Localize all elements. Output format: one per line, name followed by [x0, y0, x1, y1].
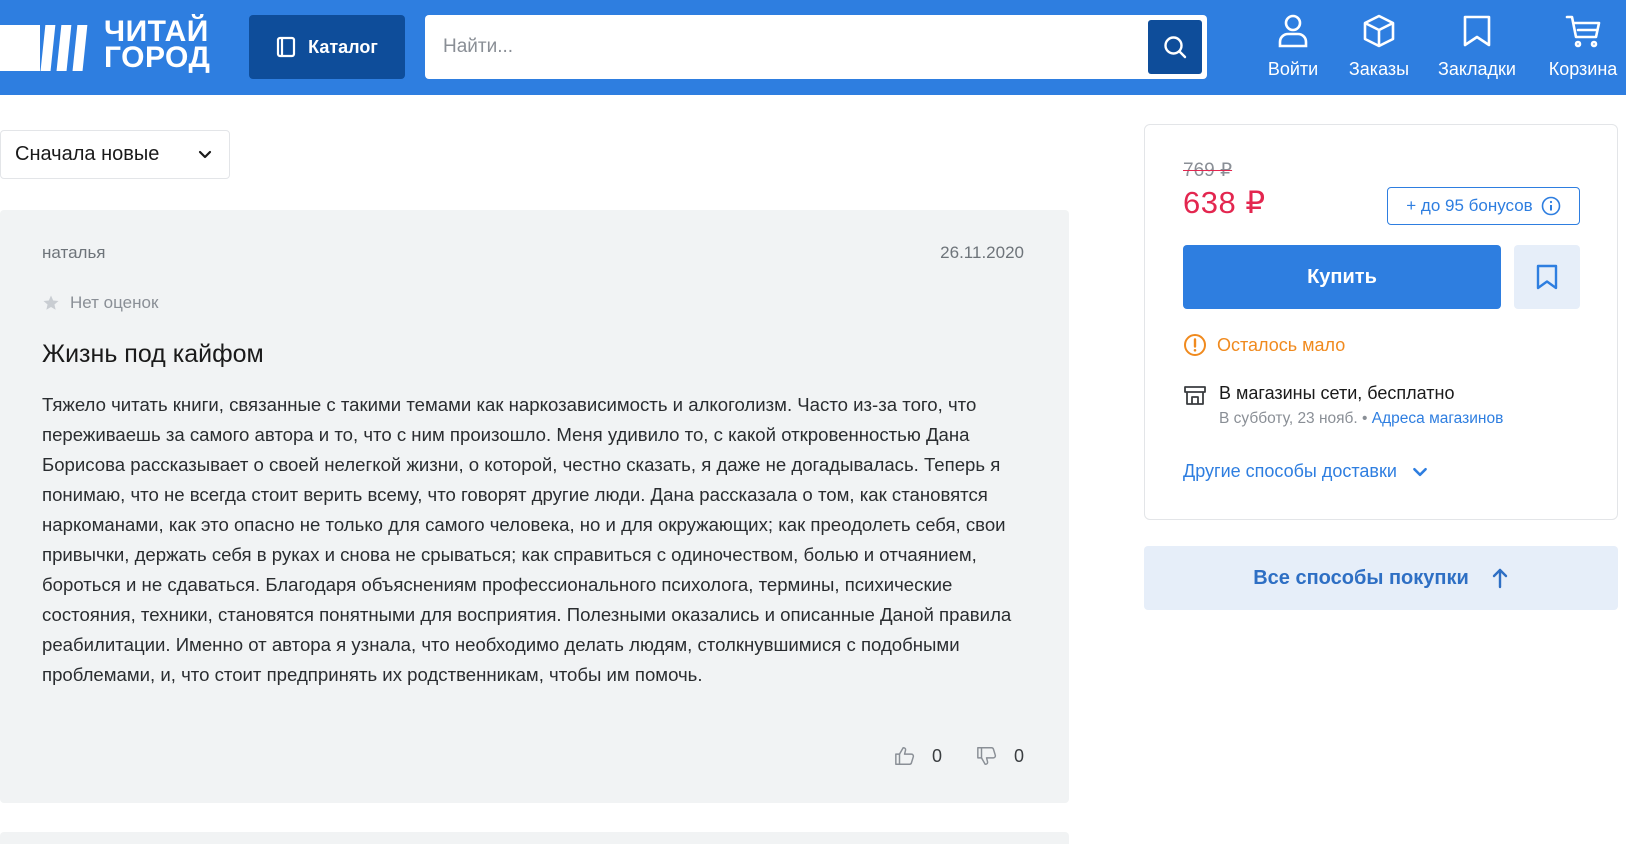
logo-line2: ГОРОД: [104, 41, 211, 74]
search-input[interactable]: [425, 15, 1125, 79]
thumbs-up-icon: [895, 747, 915, 765]
review-author: наталья: [42, 243, 106, 262]
dislike-button[interactable]: 0: [976, 745, 1024, 767]
warning-icon: [1184, 334, 1206, 356]
arrow-up-icon: [1492, 568, 1507, 589]
thumbs-down-icon: [977, 747, 997, 765]
logo[interactable]: ЧИТАЙ ГОРОД: [0, 14, 210, 76]
review-title: Жизнь под кайфом: [42, 340, 264, 368]
buy-button[interactable]: Купить: [1183, 245, 1501, 309]
book-icon: [277, 36, 296, 58]
star-icon: [43, 295, 59, 310]
catalog-button[interactable]: Каталог: [249, 15, 405, 79]
logo-mark-icon: [0, 25, 88, 71]
user-icon: [1278, 14, 1308, 48]
store-icon: [1184, 386, 1206, 405]
store-line2: В субботу, 23 нояб. • Адреса магазинов: [1219, 410, 1503, 428]
catalog-label: Каталог: [308, 36, 378, 57]
info-icon: [1541, 196, 1561, 216]
search-bar: [425, 15, 1207, 79]
all-purchase-ways-button[interactable]: Все способы покупки: [1144, 546, 1618, 610]
chevron-down-icon: [198, 150, 212, 159]
bonus-badge[interactable]: + до 95 бонусов: [1387, 187, 1580, 225]
current-price: 638 ₽: [1183, 185, 1266, 220]
store-delivery: В магазины сети, бесплатно В субботу, 23…: [1183, 383, 1503, 428]
nav-cart[interactable]: Корзина: [1543, 14, 1623, 80]
search-button[interactable]: [1148, 20, 1202, 74]
review-rating: Нет оценок: [42, 293, 158, 313]
bookmark-icon: [1536, 264, 1558, 290]
store-addresses-link[interactable]: Адреса магазинов: [1372, 410, 1504, 427]
nav-cart-label: Корзина: [1548, 59, 1618, 79]
store-line1: В магазины сети, бесплатно: [1219, 383, 1503, 404]
review-votes: 0 0: [894, 745, 1024, 767]
bonus-text: + до 95 бонусов: [1406, 196, 1533, 215]
store-label: В магазины сети,: [1219, 383, 1368, 403]
review-body: Тяжело читать книги, связанные с такими …: [42, 394, 1012, 685]
stock-text: Осталось мало: [1217, 334, 1346, 355]
next-review-card: [0, 832, 1069, 844]
site-header: ЧИТАЙ ГОРОД Каталог Войти: [0, 0, 1626, 95]
review-date: 26.11.2020: [940, 243, 1024, 262]
store-date: В субботу, 23 нояб. •: [1219, 410, 1372, 427]
bookmark-icon: [1463, 15, 1491, 47]
sort-selected: Сначала новые: [15, 143, 160, 165]
add-bookmark-button[interactable]: [1514, 245, 1580, 309]
logo-text: ЧИТАЙ ГОРОД: [104, 17, 211, 74]
store-free: бесплатно: [1367, 383, 1455, 403]
stock-status: Осталось мало: [1183, 333, 1345, 357]
store-info: В магазины сети, бесплатно В субботу, 23…: [1219, 383, 1503, 428]
buy-panel: 769 ₽ 638 ₽ + до 95 бонусов Купить Остал…: [1144, 124, 1618, 520]
chevron-down-icon: [1413, 467, 1427, 476]
search-icon: [1164, 36, 1187, 59]
nav-bookmarks-label: Закладки: [1438, 59, 1516, 79]
old-price: 769 ₽: [1183, 160, 1233, 181]
box-icon: [1363, 14, 1395, 48]
nav-orders-label: Заказы: [1348, 59, 1410, 79]
other-delivery-toggle[interactable]: Другие способы доставки: [1183, 461, 1429, 482]
sort-dropdown[interactable]: Сначала новые: [0, 130, 230, 179]
dislike-count: 0: [1013, 745, 1024, 766]
rating-text: Нет оценок: [70, 293, 159, 312]
like-button[interactable]: 0: [894, 745, 942, 767]
nav-login[interactable]: Войти: [1258, 14, 1328, 80]
all-ways-label: Все способы покупки: [1253, 566, 1469, 589]
nav-orders[interactable]: Заказы: [1339, 14, 1419, 80]
nav-bookmarks[interactable]: Закладки: [1432, 14, 1522, 80]
like-count: 0: [931, 745, 942, 766]
cart-icon: [1565, 15, 1601, 48]
other-delivery-label: Другие способы доставки: [1183, 461, 1397, 481]
review-card: наталья 26.11.2020 Нет оценок Жизнь под …: [0, 210, 1069, 803]
nav-login-label: Войти: [1267, 59, 1319, 79]
